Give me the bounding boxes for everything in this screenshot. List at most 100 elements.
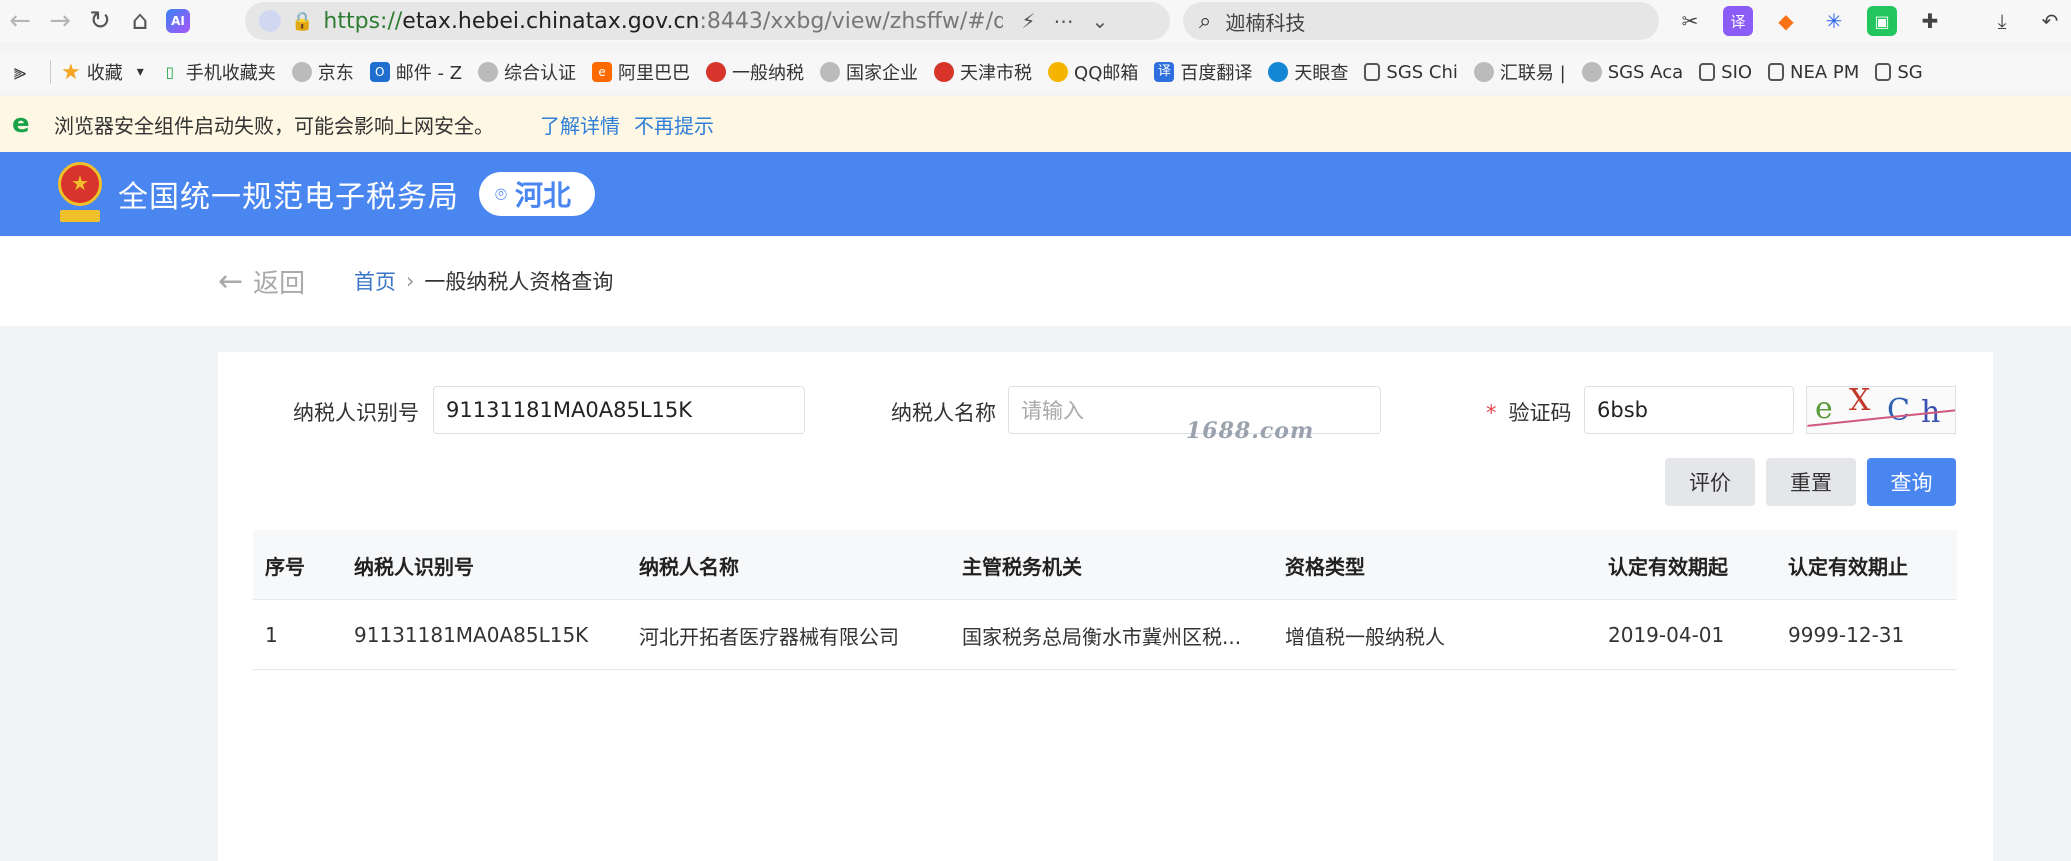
bookmark-item[interactable]: 国家企业 — [820, 59, 918, 85]
captcha-label: * 验证码 — [1486, 401, 1572, 425]
search-icon: ⌕ — [1199, 8, 1212, 34]
bookmark-item[interactable]: O 邮件 - Z — [369, 59, 462, 85]
globe-icon — [291, 62, 312, 82]
globe-icon — [1473, 62, 1494, 82]
breadcrumb-current: 一般纳税人资格查询 — [424, 270, 614, 294]
bookmark-item[interactable]: 天津市税 — [934, 59, 1032, 85]
cell-valid-to: 9999-12-31 — [1788, 623, 1905, 647]
cut-icon[interactable]: ✂ — [1675, 6, 1705, 36]
page-icon — [1875, 63, 1892, 81]
bookmark-item[interactable]: SIO — [1699, 62, 1752, 83]
home-icon[interactable]: ⌂ — [120, 1, 160, 41]
watermark: 1688.com — [1186, 418, 1315, 444]
reload-icon[interactable]: ↻ — [80, 1, 120, 41]
undo-icon[interactable]: ↶ — [2035, 6, 2065, 36]
browser-logo-icon: e — [12, 109, 30, 139]
bookmark-item[interactable]: 天眼查 — [1268, 59, 1348, 85]
network-icon[interactable]: ✳ — [1819, 6, 1849, 36]
bookmark-item[interactable]: SGS Aca — [1581, 62, 1683, 83]
page-icon — [1364, 63, 1381, 81]
notice-message: 浏览器安全组件启动失败，可能会影响上网安全。 — [54, 113, 494, 138]
captcha-input[interactable]: 6bsb — [1584, 386, 1794, 434]
reader-icon[interactable]: ▣ — [1867, 6, 1897, 36]
header-tax-authority: 主管税务机关 — [962, 554, 1082, 579]
phone-icon: ▯ — [165, 63, 174, 81]
bookmark-item[interactable]: 一般纳税 — [706, 59, 804, 85]
back-label: 返回 — [253, 268, 306, 299]
cell-index: 1 — [265, 623, 278, 647]
chevron-down-icon[interactable]: ⌄ — [1091, 9, 1108, 33]
bookmark-item[interactable]: ▯ 手机收藏夹 — [160, 59, 276, 85]
translate-icon[interactable]: 译 — [1723, 6, 1753, 36]
url-text[interactable]: https://etax.hebei.chinatax.gov.cn:8443/… — [323, 9, 1003, 34]
globe-icon — [1581, 62, 1602, 82]
taxpayer-id-label: 纳税人识别号 — [293, 401, 419, 425]
location-pin-icon: ⌾ — [495, 182, 507, 206]
cell-taxpayer-id: 91131181MA0A85L15K — [354, 623, 589, 647]
back-arrow-icon: ← — [218, 263, 244, 299]
back-arrow-icon[interactable]: ← — [0, 1, 40, 41]
globe-icon — [820, 62, 841, 82]
more-icon[interactable]: ⋯ — [1053, 9, 1073, 33]
header-taxpayer-id: 纳税人识别号 — [354, 554, 474, 579]
download-icon[interactable]: ⤓ — [1987, 6, 2017, 36]
header-taxpayer-name: 纳税人名称 — [639, 554, 739, 579]
bookmark-item[interactable]: 综合认证 — [478, 59, 576, 85]
qq-icon — [1048, 62, 1069, 82]
bookmark-item[interactable]: 汇联易 | — [1473, 59, 1566, 85]
security-notice-bar: e 浏览器安全组件启动失败，可能会影响上网安全。 了解详情 不再提示 — [0, 96, 2071, 152]
bookmark-item[interactable]: e 阿里巴巴 — [592, 59, 690, 85]
puzzle-icon[interactable]: ✚ — [1915, 6, 1945, 36]
cell-taxpayer-name: 河北开拓者医疗器械有限公司 — [639, 624, 899, 649]
cell-tax-authority: 国家税务总局衡水市冀州区税... — [962, 624, 1242, 649]
back-button[interactable]: ← 返回 — [218, 263, 305, 300]
dismiss-notice-link[interactable]: 不再提示 — [634, 110, 714, 139]
translate-icon: 译 — [1154, 62, 1175, 82]
emblem-icon — [934, 62, 955, 82]
query-button[interactable]: 查询 — [1867, 458, 1956, 506]
query-card: 纳税人识别号 91131181MA0A85L15K 纳税人名称 请输入 1688… — [218, 352, 1993, 861]
edge-icon — [1268, 62, 1289, 82]
region-selector[interactable]: ⌾ 河北 — [479, 172, 596, 216]
ai-assistant-icon[interactable]: AI — [166, 9, 190, 33]
bookmark-item[interactable]: SGS Chi — [1364, 62, 1458, 83]
forward-arrow-icon[interactable]: → — [40, 1, 80, 41]
bookmark-item[interactable]: QQ邮箱 — [1048, 59, 1138, 85]
bookmark-favorites[interactable]: ★ 收藏 ▾ — [61, 59, 144, 85]
tax-emblem-icon — [56, 162, 104, 226]
table-header-row: 序号 纳税人识别号 纳税人名称 主管税务机关 资格类型 认定有效期起 认定有效期… — [253, 530, 1957, 600]
sidebar-toggle-icon[interactable]: ⫸ — [0, 60, 40, 85]
table-row[interactable]: 1 91131181MA0A85L15K 河北开拓者医疗器械有限公司 国家税务总… — [253, 600, 1957, 670]
globe-icon — [478, 62, 499, 82]
site-header: 全国统一规范电子税务局 ⌾ 河北 — [0, 152, 2071, 236]
learn-more-link[interactable]: 了解详情 — [540, 110, 620, 139]
captcha-image[interactable]: e X C h — [1806, 386, 1956, 434]
browser-toolbar: ← → ↻ ⌂ AI 🔒 https://etax.hebei.chinatax… — [0, 0, 2071, 42]
emblem-icon — [706, 62, 727, 82]
bookmark-item[interactable]: NEA PM — [1768, 62, 1859, 83]
page-icon — [1699, 63, 1716, 81]
address-bar[interactable]: 🔒 https://etax.hebei.chinatax.gov.cn:844… — [245, 2, 1170, 40]
page-icon — [1768, 63, 1785, 81]
bookmark-item[interactable]: 译百度翻译 — [1154, 59, 1252, 85]
header-valid-to: 认定有效期止 — [1788, 554, 1908, 579]
evaluate-button[interactable]: 评价 — [1665, 458, 1755, 506]
breadcrumb: 首页 › 一般纳税人资格查询 — [354, 266, 613, 296]
reset-button[interactable]: 重置 — [1766, 458, 1856, 506]
breadcrumb-home-link[interactable]: 首页 — [354, 266, 396, 296]
alibaba-icon: e — [592, 62, 613, 82]
outlook-icon: O — [369, 62, 390, 82]
lightning-icon[interactable]: ⚡ — [1021, 9, 1035, 33]
bookmark-item[interactable]: SG — [1875, 62, 1923, 83]
taxpayer-name-label: 纳税人名称 — [891, 401, 996, 425]
bookmark-item[interactable]: 京东 — [291, 59, 354, 85]
region-name: 河北 — [515, 179, 572, 212]
results-table: 序号 纳税人识别号 纳税人名称 主管税务机关 资格类型 认定有效期起 认定有效期… — [253, 530, 1957, 670]
search-query[interactable]: 迦楠科技 — [1225, 7, 1305, 36]
taxpayer-id-input[interactable]: 91131181MA0A85L15K — [433, 386, 805, 434]
browser-search-box[interactable]: ⌕ 迦楠科技 — [1183, 2, 1659, 40]
game-icon[interactable]: ◆ — [1771, 6, 1801, 36]
lock-icon[interactable]: 🔒 — [291, 11, 313, 32]
site-info-icon[interactable] — [259, 10, 281, 32]
star-icon: ★ — [61, 59, 81, 85]
